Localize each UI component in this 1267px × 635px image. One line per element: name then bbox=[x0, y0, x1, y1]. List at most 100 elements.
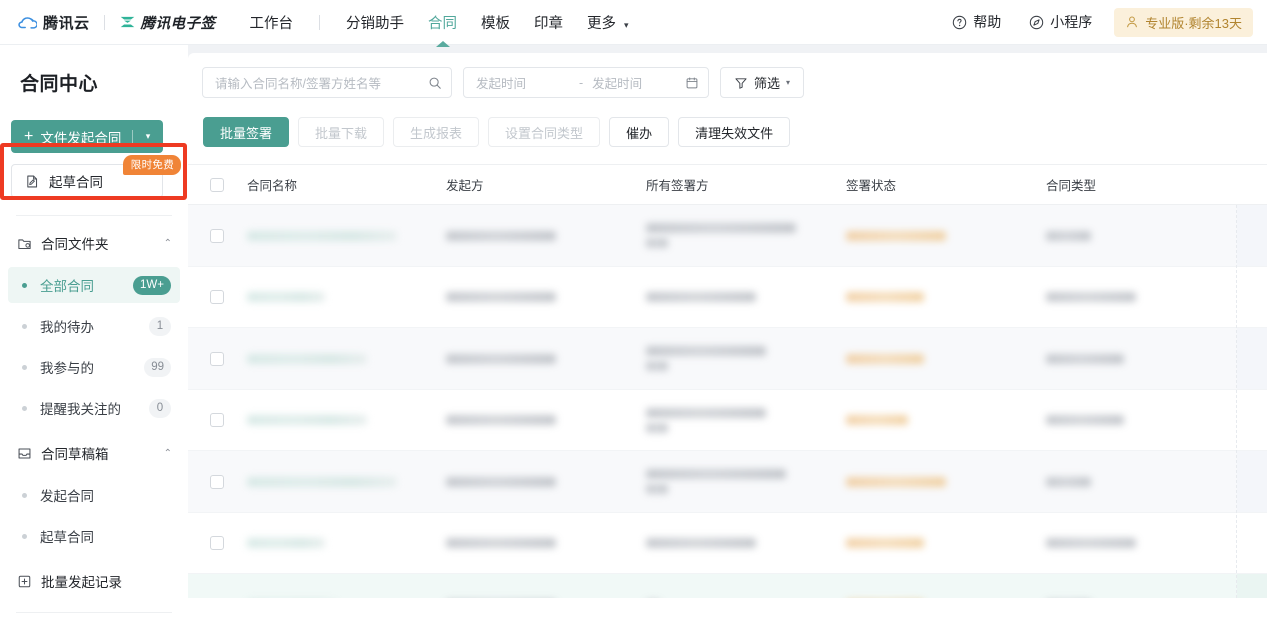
table-row[interactable] bbox=[188, 451, 1267, 513]
sidebar-item-batch-records[interactable]: 批量发起记录 bbox=[0, 562, 188, 600]
redacted-text bbox=[846, 230, 946, 241]
redacted-text bbox=[446, 538, 556, 548]
sidebar-item-all-contracts[interactable]: 全部合同 1W+ bbox=[8, 267, 180, 303]
cell-signers bbox=[646, 469, 846, 494]
batch-download-label: 批量下载 bbox=[315, 125, 368, 141]
nav-link-contract[interactable]: 合同 bbox=[416, 12, 469, 47]
help-button[interactable]: 帮助 bbox=[938, 12, 1015, 32]
nav-link-more[interactable]: 更多 ▾ bbox=[575, 12, 641, 33]
chevron-down-icon: ▾ bbox=[624, 19, 629, 30]
row-checkbox[interactable] bbox=[209, 290, 224, 304]
column-header-type[interactable]: 合同类型 bbox=[1046, 175, 1224, 194]
sidebar-item-my-todo-label: 我的待办 bbox=[40, 320, 94, 335]
cell-signers bbox=[646, 538, 846, 548]
filter-button[interactable]: 筛选 ▾ bbox=[720, 67, 805, 98]
redacted-text bbox=[646, 407, 766, 418]
table-row[interactable] bbox=[188, 328, 1267, 390]
nav-link-contract-label: 合同 bbox=[428, 15, 458, 32]
main-content-panel: 请输入合同名称/签署方姓名等 发起时间 - 发起时间 筛选 ▾ 批量签署 批量下… bbox=[188, 53, 1267, 635]
redacted-text bbox=[1046, 538, 1136, 548]
redacted-text bbox=[846, 538, 924, 548]
search-input[interactable]: 请输入合同名称/签署方姓名等 bbox=[202, 67, 452, 98]
search-icon[interactable] bbox=[428, 76, 442, 90]
nav-link-template[interactable]: 模板 bbox=[469, 12, 522, 33]
chevron-up-icon: ⌃ bbox=[163, 237, 172, 249]
redacted-text bbox=[846, 415, 908, 425]
set-contract-type-button[interactable]: 设置合同类型 bbox=[488, 117, 601, 147]
sidebar-item-initiate-contract[interactable]: 发起合同 bbox=[8, 477, 180, 513]
cell-actions[interactable] bbox=[1237, 328, 1267, 389]
sidebar-item-draft-contract[interactable]: 起草合同 bbox=[8, 518, 180, 554]
row-checkbox[interactable] bbox=[209, 351, 224, 366]
table-row[interactable] bbox=[188, 574, 1267, 598]
table-row[interactable] bbox=[188, 390, 1267, 451]
inbox-icon bbox=[18, 447, 31, 459]
row-checkbox[interactable] bbox=[209, 228, 224, 243]
cell-contract-type bbox=[1046, 538, 1224, 548]
sidebar-item-participated[interactable]: 我参与的 99 bbox=[8, 349, 180, 385]
folder-icon bbox=[18, 238, 31, 249]
redacted-text bbox=[247, 292, 325, 302]
cell-actions[interactable] bbox=[1237, 205, 1267, 266]
sidebar-group-draft-box[interactable]: 合同草稿箱 ⌃ bbox=[0, 434, 188, 472]
chevron-down-icon: ▾ bbox=[786, 78, 791, 87]
draft-contract-button-wrap: 起草合同 限时免费 bbox=[11, 155, 181, 198]
row-checkbox[interactable] bbox=[209, 536, 224, 550]
miniprogram-button[interactable]: 小程序 bbox=[1015, 12, 1106, 32]
row-checkbox[interactable] bbox=[209, 597, 224, 598]
nav-link-seal[interactable]: 印章 bbox=[522, 12, 575, 33]
urge-button[interactable]: 催办 bbox=[609, 117, 670, 147]
redacted-text bbox=[1046, 230, 1091, 241]
cell-contract-name bbox=[245, 538, 446, 548]
esign-brand[interactable]: 腾讯电子签 bbox=[119, 12, 216, 33]
date-range-picker[interactable]: 发起时间 - 发起时间 bbox=[463, 67, 709, 98]
select-all-checkbox[interactable] bbox=[209, 177, 224, 192]
tencent-cloud-brand[interactable]: 腾讯云 bbox=[0, 12, 90, 33]
redacted-text bbox=[646, 469, 786, 479]
redacted-text bbox=[247, 538, 325, 548]
redacted-text bbox=[1046, 353, 1124, 364]
calendar-icon[interactable] bbox=[685, 76, 699, 90]
create-contract-from-file-button[interactable]: + 文件发起合同 ▾ bbox=[11, 120, 163, 153]
search-input-placeholder: 请输入合同名称/签署方姓名等 bbox=[215, 77, 381, 91]
column-header-signers[interactable]: 所有签署方 bbox=[646, 175, 846, 194]
filter-button-label: 筛选 bbox=[754, 76, 781, 91]
batch-download-button[interactable]: 批量下载 bbox=[298, 117, 385, 147]
sidebar-item-all-contracts-label: 全部合同 bbox=[40, 279, 94, 294]
column-header-initiator[interactable]: 发起方 bbox=[446, 175, 646, 194]
row-select-cell bbox=[188, 536, 245, 550]
cell-actions[interactable] bbox=[1237, 451, 1267, 512]
row-checkbox[interactable] bbox=[209, 413, 224, 427]
nav-link-template-label: 模板 bbox=[481, 15, 511, 32]
redacted-text bbox=[446, 476, 556, 487]
table-row[interactable] bbox=[188, 513, 1267, 574]
row-select-cell bbox=[188, 474, 245, 489]
redacted-text bbox=[646, 361, 668, 371]
cell-contract-type bbox=[1046, 353, 1224, 364]
nav-divider bbox=[319, 14, 321, 30]
redacted-text bbox=[247, 230, 397, 241]
sidebar-group-contract-folder[interactable]: 合同文件夹 ⌃ bbox=[0, 224, 188, 262]
chevron-down-icon[interactable]: ▾ bbox=[133, 131, 163, 142]
nav-link-workbench[interactable]: 工作台 bbox=[238, 12, 306, 33]
cell-actions[interactable] bbox=[1237, 574, 1267, 598]
sidebar-item-my-todo[interactable]: 我的待办 1 bbox=[8, 308, 180, 344]
table-row[interactable] bbox=[188, 267, 1267, 328]
bullet-icon bbox=[22, 323, 27, 329]
redacted-text bbox=[646, 223, 796, 233]
column-header-status[interactable]: 签署状态 bbox=[846, 175, 1046, 194]
row-checkbox[interactable] bbox=[209, 474, 224, 489]
sidebar-item-watching-label: 提醒我关注的 bbox=[40, 402, 121, 417]
redacted-text bbox=[646, 422, 668, 433]
pro-version-badge[interactable]: 专业版·剩余13天 bbox=[1114, 7, 1253, 37]
sidebar-item-watching[interactable]: 提醒我关注的 0 bbox=[8, 390, 180, 426]
help-label: 帮助 bbox=[973, 14, 1002, 30]
table-row[interactable] bbox=[188, 205, 1267, 267]
clean-invalid-files-button[interactable]: 清理失效文件 bbox=[678, 117, 791, 147]
column-header-name[interactable]: 合同名称 bbox=[245, 175, 446, 194]
nav-link-distribution[interactable]: 分销助手 bbox=[334, 12, 416, 33]
cell-contract-type bbox=[1046, 415, 1224, 425]
sidebar-divider-bottom bbox=[16, 612, 172, 613]
generate-report-button[interactable]: 生成报表 bbox=[393, 117, 480, 147]
batch-sign-button[interactable]: 批量签署 bbox=[203, 117, 290, 147]
